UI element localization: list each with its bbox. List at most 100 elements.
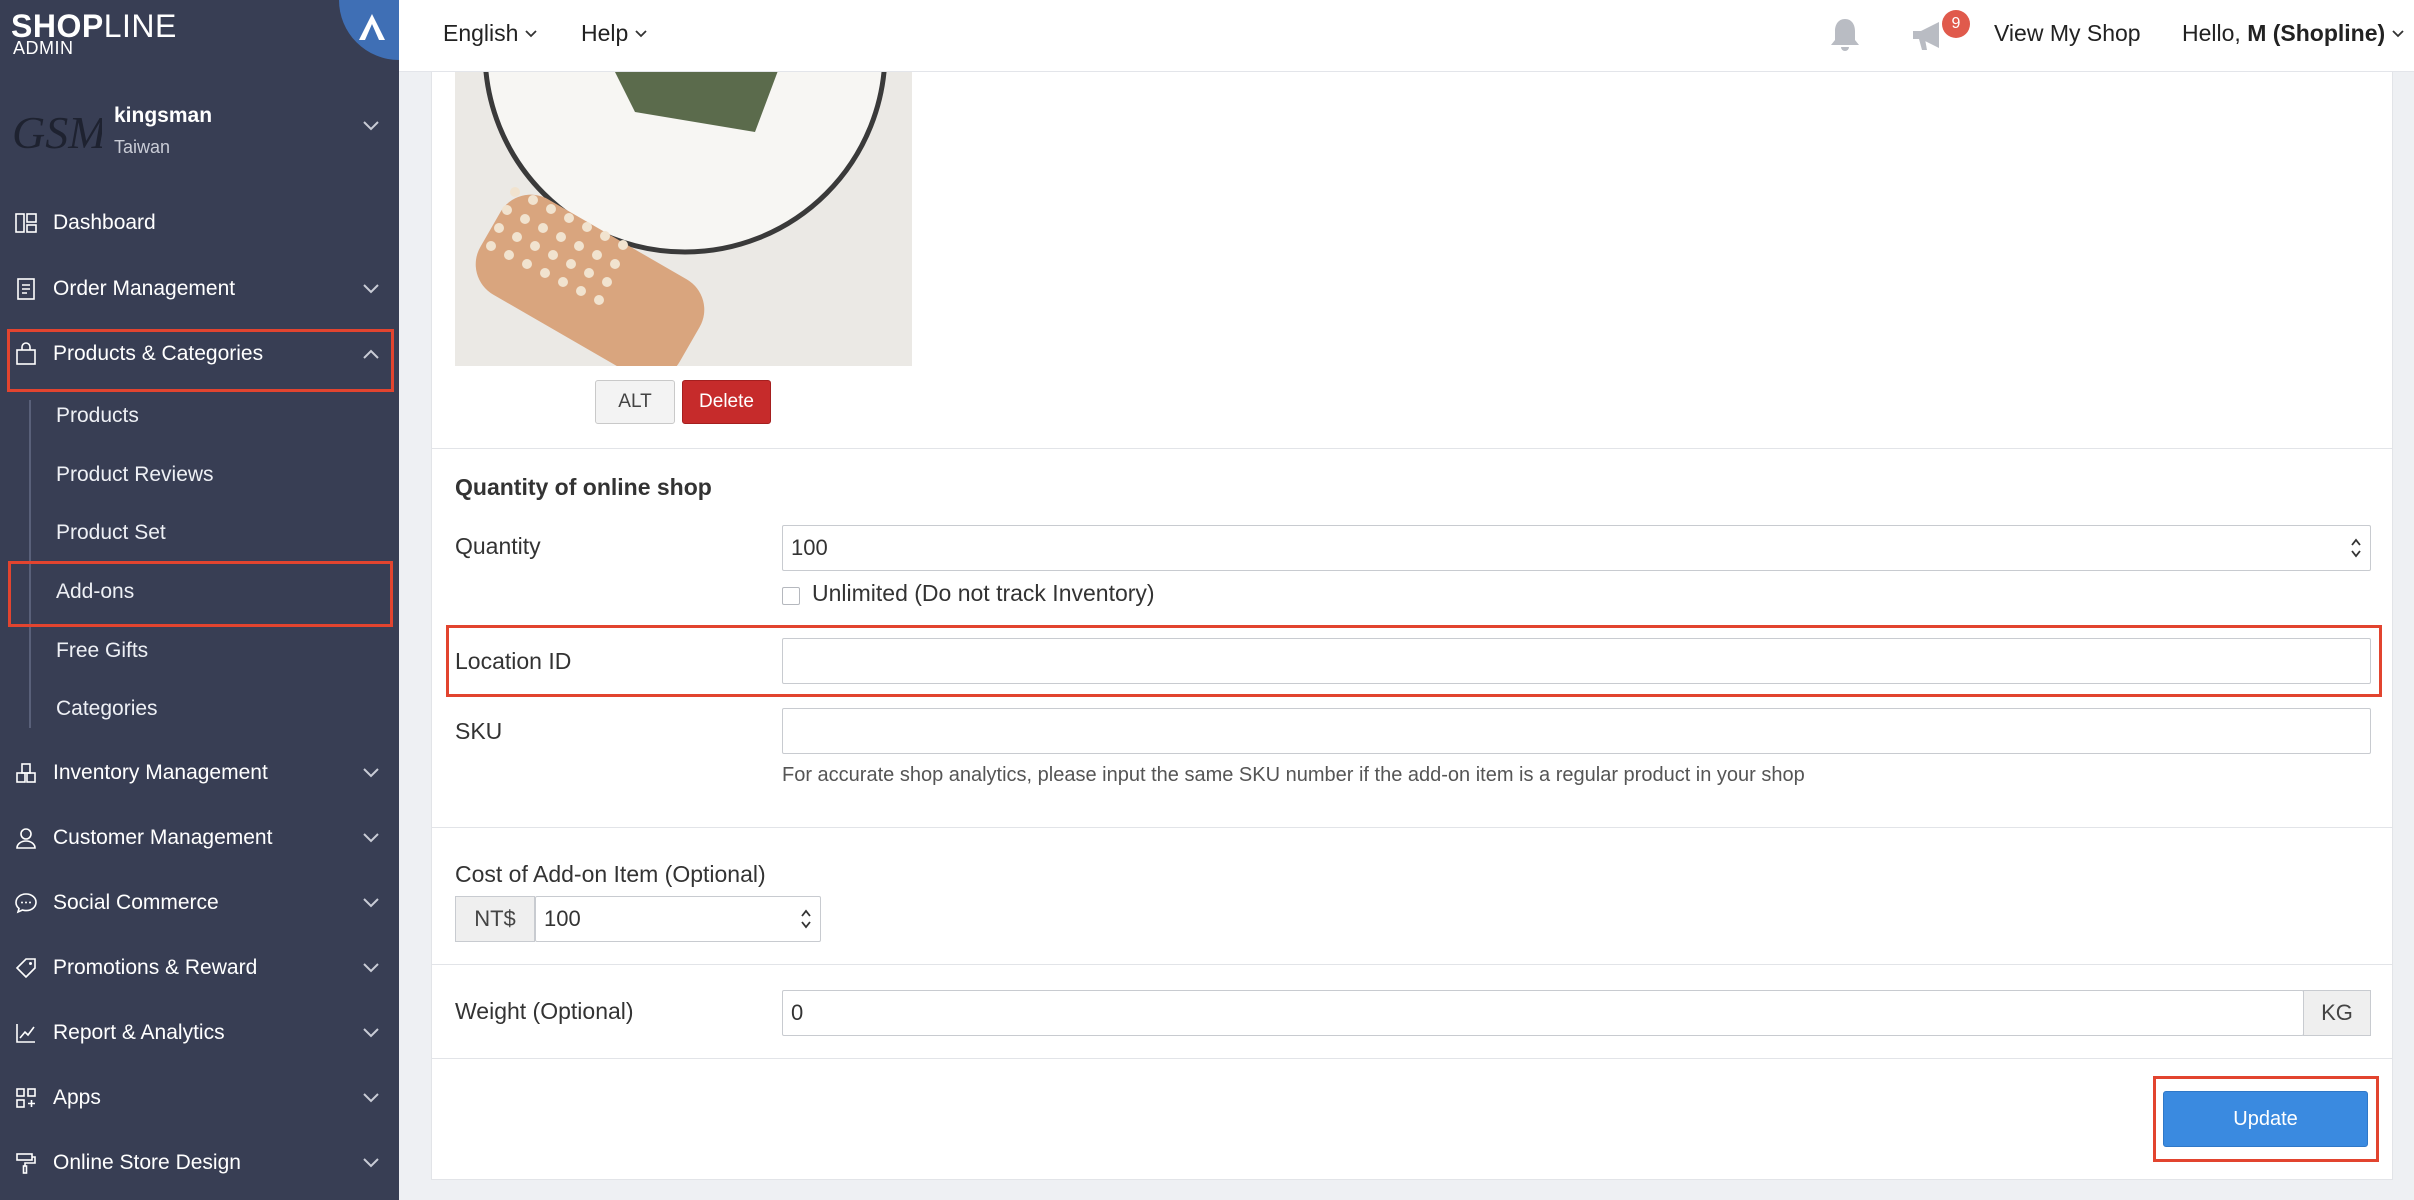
chevron-down-icon: [525, 29, 538, 37]
help-label: Help: [581, 20, 629, 46]
sidebar-item-label: Report & Analytics: [53, 1021, 225, 1044]
sidebar: SHOPLINE ADMIN GSM kingsman Taiwan Dashb…: [0, 0, 399, 1200]
sidebar-subitem-products[interactable]: Products: [0, 391, 399, 441]
sidebar-item-online-store-design[interactable]: Online Store Design: [0, 1135, 399, 1191]
shop-country: Taiwan: [114, 137, 171, 157]
sidebar-subitem-label: Free Gifts: [56, 639, 149, 662]
sidebar-item-promotions-reward[interactable]: Promotions & Reward: [0, 940, 399, 996]
sidebar-item-customer-management[interactable]: Customer Management: [0, 810, 399, 866]
sidebar-item-apps[interactable]: Apps: [0, 1070, 399, 1126]
user-menu-dropdown[interactable]: Hello, M (Shopline): [2182, 20, 2405, 47]
sku-label: SKU: [455, 718, 503, 744]
unlimited-label: Unlimited (Do not track Inventory): [812, 580, 1155, 606]
bell-icon[interactable]: [1827, 16, 1863, 54]
order-icon: [17, 278, 35, 300]
sku-help-text: For accurate shop analytics, please inpu…: [782, 764, 1805, 786]
sidebar-item-label: Customer Management: [53, 826, 273, 849]
view-my-shop-link[interactable]: View My Shop: [1994, 20, 2141, 47]
notification-badge: 9: [1942, 10, 1970, 38]
weight-unit-addon: KG: [2303, 990, 2371, 1036]
logo-subtitle: ADMIN: [13, 38, 74, 58]
cost-value: 100: [544, 906, 581, 931]
number-spinner-icon[interactable]: [2350, 536, 2362, 560]
view-my-shop-label: View My Shop: [1994, 20, 2141, 46]
sidebar-subitem-label: Product Reviews: [56, 463, 214, 486]
online-quantity-section-title: Quantity of online shop: [455, 474, 712, 500]
chevron-down-icon: [363, 284, 379, 294]
weight-input[interactable]: 0: [782, 990, 2304, 1036]
sidebar-item-order-management[interactable]: Order Management: [0, 261, 399, 317]
highlight-location-id: [446, 625, 2382, 697]
chevron-down-icon: [635, 29, 647, 37]
highlight-update-button: [2153, 1076, 2379, 1162]
highlight-products-categories: [7, 329, 394, 392]
collapse-sidebar-toggle[interactable]: [339, 0, 399, 60]
unlimited-checkbox[interactable]: [782, 587, 800, 605]
user-icon: [16, 828, 36, 849]
sidebar-subitem-label: Products: [56, 404, 139, 427]
addon-edit-panel: ALT Delete Quantity of online shop Quant…: [431, 72, 2393, 1180]
cost-input[interactable]: 100: [535, 896, 821, 942]
number-spinner-icon[interactable]: [800, 907, 812, 931]
chevron-down-icon: [363, 898, 379, 908]
mountain-logo-icon: [359, 14, 385, 40]
weight-label: Weight (Optional): [455, 998, 634, 1024]
chat-bubble-icon: [15, 893, 37, 914]
sidebar-item-report-analytics[interactable]: Report & Analytics: [0, 1005, 399, 1061]
sidebar-item-dashboard[interactable]: Dashboard: [0, 195, 399, 251]
shop-avatar: GSM: [12, 107, 102, 156]
chevron-down-icon: [363, 963, 379, 973]
sidebar-item-label: Inventory Management: [53, 761, 268, 784]
help-dropdown[interactable]: Help: [581, 20, 648, 47]
divider: [432, 964, 2392, 965]
currency-addon: NT$: [455, 896, 535, 942]
sku-input[interactable]: [782, 708, 2371, 754]
quantity-label: Quantity: [455, 533, 541, 559]
language-dropdown[interactable]: English: [443, 20, 538, 47]
weight-value: 0: [791, 1000, 804, 1025]
greeting-user: M (Shopline): [2247, 20, 2386, 46]
warehouse-icon: [16, 763, 36, 783]
logo-thin-text: LINE: [103, 8, 177, 44]
chevron-down-icon: [363, 768, 379, 778]
sidebar-item-label: Order Management: [53, 277, 236, 300]
sidebar-item-label: Social Commerce: [53, 891, 219, 914]
sidebar-subitem-free-gifts[interactable]: Free Gifts: [0, 626, 399, 676]
quantity-value: 100: [791, 535, 828, 560]
divider: [432, 448, 2392, 449]
chevron-down-icon: [363, 1028, 379, 1038]
sidebar-subitem-label: Categories: [56, 697, 158, 720]
sidebar-item-label: Apps: [53, 1086, 101, 1109]
tag-icon: [15, 958, 36, 979]
apps-grid-icon: [16, 1088, 36, 1108]
product-image: [455, 72, 912, 366]
chart-icon: [16, 1024, 35, 1043]
greeting-prefix: Hello,: [2182, 20, 2248, 46]
dashboard-icon: [15, 213, 37, 233]
quantity-input[interactable]: 100: [782, 525, 2371, 571]
divider: [432, 827, 2392, 828]
paint-roller-icon: [16, 1153, 36, 1174]
language-label: English: [443, 20, 519, 46]
alt-button[interactable]: ALT: [595, 380, 675, 424]
sidebar-subitem-label: Product Set: [56, 521, 166, 544]
divider: [432, 1058, 2392, 1059]
delete-image-button[interactable]: Delete: [682, 380, 771, 424]
chevron-down-icon: [363, 833, 379, 843]
cost-label: Cost of Add-on Item (Optional): [455, 861, 766, 887]
sidebar-subitem-categories[interactable]: Categories: [0, 684, 399, 734]
sidebar-subitem-product-reviews[interactable]: Product Reviews: [0, 450, 399, 500]
chevron-down-icon: [2392, 29, 2404, 37]
sidebar-item-label: Promotions & Reward: [53, 956, 258, 979]
shop-switcher[interactable]: GSM kingsman Taiwan: [0, 90, 399, 170]
sidebar-item-inventory-management[interactable]: Inventory Management: [0, 745, 399, 801]
sidebar-subitem-product-set[interactable]: Product Set: [0, 508, 399, 558]
highlight-add-ons: [8, 561, 393, 627]
sidebar-item-social-commerce[interactable]: Social Commerce: [0, 875, 399, 931]
sidebar-item-label: Dashboard: [53, 211, 156, 234]
chevron-down-icon: [363, 1093, 379, 1103]
top-bar: English Help 9 View My Shop Hello, M (Sh…: [399, 0, 2414, 72]
sidebar-item-label: Online Store Design: [53, 1151, 241, 1174]
product-photo: [455, 72, 912, 366]
logo-area: SHOPLINE ADMIN: [0, 0, 399, 72]
